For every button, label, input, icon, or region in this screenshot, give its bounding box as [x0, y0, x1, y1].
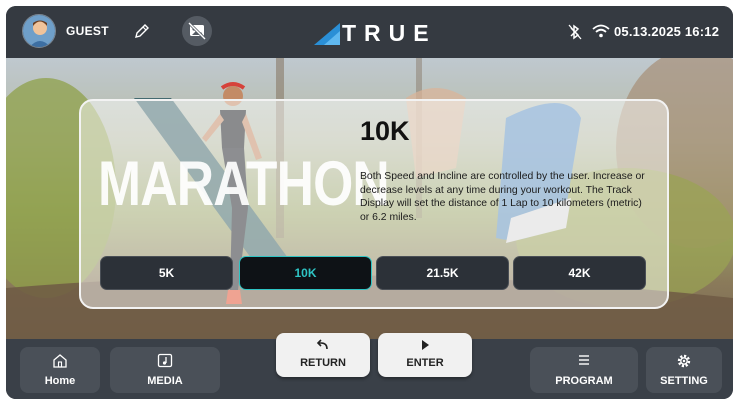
- user-name: GUEST: [66, 24, 109, 38]
- media-button[interactable]: MEDIA: [110, 347, 220, 393]
- gear-icon: [676, 353, 692, 372]
- status-bar: GUEST TRUE 05.13.2025 16:12: [6, 6, 733, 58]
- play-icon: [419, 339, 431, 354]
- return-arrow-icon: [316, 339, 330, 354]
- program-description: Both Speed and Incline are controlled by…: [360, 171, 645, 223]
- home-icon: [52, 353, 68, 371]
- home-label: Home: [44, 375, 76, 387]
- program-title: 10K: [360, 116, 410, 146]
- user-avatar[interactable]: [22, 14, 56, 48]
- music-note-icon: [157, 353, 173, 371]
- enter-label: ENTER: [406, 357, 444, 369]
- return-label: RETURN: [300, 357, 346, 369]
- program-banner: MARATHON: [98, 149, 390, 219]
- home-button[interactable]: Home: [20, 347, 100, 393]
- brand-name: TRUE: [342, 20, 437, 46]
- distance-5k-button[interactable]: 5K: [100, 256, 233, 290]
- media-label: MEDIA: [147, 375, 183, 387]
- distance-label: 5K: [158, 266, 175, 280]
- bluetooth-off-icon: [568, 22, 582, 42]
- enter-button[interactable]: ENTER: [378, 333, 472, 377]
- distance-10k-button[interactable]: 10K: [239, 256, 372, 290]
- wifi-icon: [592, 23, 610, 39]
- distance-label: 10K: [294, 266, 317, 280]
- program-button[interactable]: PROGRAM: [530, 347, 638, 393]
- distance-42k-button[interactable]: 42K: [513, 256, 646, 290]
- console-screen: GUEST TRUE 05.13.2025 16:12 MARATHON 10K…: [6, 6, 733, 399]
- distance-21-5k-button[interactable]: 21.5K: [376, 256, 509, 290]
- menu-lines-icon: [576, 353, 592, 370]
- distance-label: 42K: [568, 266, 591, 280]
- distance-label: 21.5K: [426, 266, 459, 280]
- date-time: 05.13.2025 16:12: [614, 24, 720, 39]
- setting-button[interactable]: SETTING: [646, 347, 722, 393]
- no-image-icon[interactable]: [182, 16, 212, 46]
- program-label: PROGRAM: [555, 375, 613, 387]
- return-button[interactable]: RETURN: [276, 333, 370, 377]
- pencil-icon[interactable]: [132, 21, 152, 41]
- true-logo: TRUE: [312, 18, 442, 46]
- setting-label: SETTING: [660, 375, 708, 387]
- program-hero: MARATHON 10K Both Speed and Incline are …: [6, 58, 733, 339]
